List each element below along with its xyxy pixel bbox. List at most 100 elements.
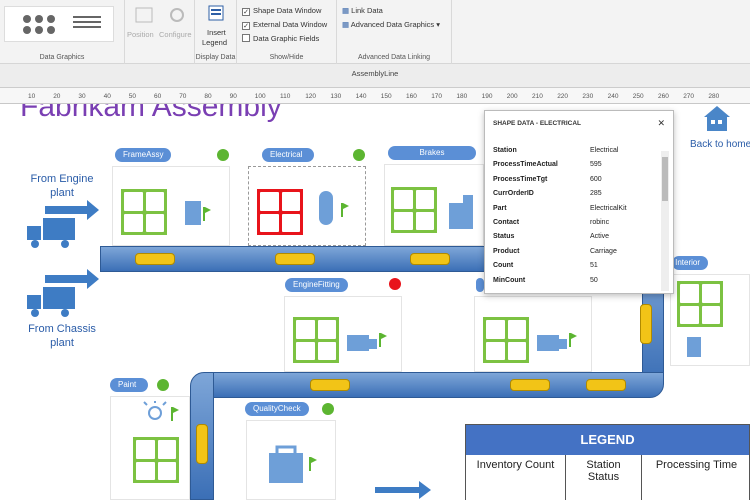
- arrow-right-icon: [375, 481, 431, 499]
- shape-data-value: 285: [590, 190, 602, 198]
- station-electrical[interactable]: [248, 166, 366, 246]
- shape-data-row[interactable]: CurrOrderID 285: [493, 190, 658, 201]
- station-brakes[interactable]: [384, 164, 484, 246]
- car-icon: [640, 304, 652, 344]
- shape-data-scrollbar[interactable]: [661, 151, 669, 291]
- station-status-dot: [217, 149, 229, 161]
- home-icon: [704, 106, 730, 131]
- station-status-dot: [322, 403, 334, 415]
- from-engine-line-2: plant: [50, 187, 74, 199]
- machine-icon: [185, 201, 211, 225]
- configure-button-label: Configure: [159, 30, 192, 39]
- ruler-tick-label: 220: [557, 93, 569, 100]
- shape-data-row[interactable]: Status Active: [493, 233, 658, 244]
- insert-legend-label-1: Insert: [207, 28, 226, 37]
- from-chassis-label: From Chassis plant: [18, 322, 106, 350]
- document-tab[interactable]: AssemblyLine: [0, 69, 750, 78]
- station-enginefitting[interactable]: [284, 296, 402, 372]
- ruler-tick-label: 270: [683, 93, 695, 100]
- advanced-data-graphics-label: Advanced Data Graphics: [350, 20, 435, 29]
- advanced-data-graphics-button[interactable]: ▦ Advanced Data Graphics ▾: [342, 20, 440, 29]
- ruler-tick-label: 140: [355, 93, 367, 100]
- inventory-icon: [391, 187, 437, 233]
- brakes-machine-icon: [449, 195, 473, 229]
- data-graphic-style-gallery[interactable]: [4, 6, 114, 42]
- inventory-icon: [121, 189, 167, 235]
- car-icon: [310, 379, 350, 391]
- configure-button[interactable]: Configure: [159, 6, 195, 44]
- ruler-tick-label: 180: [456, 93, 468, 100]
- close-icon[interactable]: ✕: [657, 118, 665, 129]
- external-data-window-checkbox[interactable]: ✓ External Data Window: [242, 20, 327, 30]
- electrical-machine-icon: [319, 191, 349, 225]
- horizontal-ruler: 10 20 30 40 50 60 70 80 90 100 110 120 130 140 150 160 1…: [0, 88, 750, 104]
- paint-sprayer-icon: [143, 401, 179, 421]
- car-icon: [135, 253, 175, 265]
- ruler-tick-label: 260: [658, 93, 669, 100]
- ruler-tick-label: 170: [431, 93, 443, 100]
- station-frameassy[interactable]: [112, 166, 230, 246]
- ruler-tick-label: 60: [154, 93, 162, 100]
- shape-data-key: Part: [493, 204, 507, 212]
- position-icon: [135, 7, 153, 23]
- link-data-button[interactable]: ▦ Link Data: [342, 6, 383, 15]
- advanced-data-graphics-icon: ▦: [342, 20, 351, 29]
- position-button[interactable]: Position: [127, 6, 161, 44]
- from-engine-line-1: From Engine: [30, 173, 94, 185]
- station-label-frameassy[interactable]: FrameAssy: [115, 148, 172, 162]
- show-hide-group-label: Show/Hide: [269, 54, 304, 61]
- show-hide-group: ✓ Shape Data Window ✓ External Data Window…: [237, 0, 337, 64]
- data-graphic-fields-label: Data Graphic Fields: [253, 34, 320, 43]
- shape-data-key: ProcessTimeActual: [493, 161, 558, 169]
- ruler-tick-label: 130: [330, 93, 342, 100]
- station-label-qualitycheck[interactable]: QualityCheck: [245, 402, 309, 416]
- checkbox-checked-icon: ✓: [242, 8, 250, 16]
- station-qualitycheck[interactable]: [246, 420, 336, 500]
- advanced-linking-group: ▦ Link Data ▦ Advanced Data Graphics ▾ A…: [337, 0, 452, 64]
- shape-data-key: Product: [493, 247, 520, 255]
- shape-data-row[interactable]: ProcessTimeTgt 600: [493, 176, 658, 187]
- shape-data-window-checkbox[interactable]: ✓ Shape Data Window: [242, 6, 321, 16]
- station-label-interior[interactable]: Interior: [672, 256, 708, 270]
- data-graphic-fields-checkbox[interactable]: Data Graphic Fields: [242, 34, 319, 43]
- shape-data-row[interactable]: Part ElectricalKit: [493, 205, 658, 216]
- shape-data-window[interactable]: SHAPE DATA - ELECTRICAL ✕ Station Electri…: [484, 110, 674, 294]
- shape-data-value: 50: [590, 276, 598, 284]
- legend-column-inventory: Inventory Count: [466, 455, 566, 500]
- data-graphics-group: Data Graphics: [0, 0, 125, 64]
- shape-data-value: robinc: [590, 219, 610, 226]
- ruler-tick-label: 210: [532, 93, 543, 100]
- insert-legend-button[interactable]: Insert Legend: [198, 4, 234, 48]
- station-status-dot: [389, 278, 401, 290]
- station-label-electrical[interactable]: Electrical: [262, 148, 314, 162]
- station-label-partial[interactable]: [476, 278, 484, 292]
- back-to-home-button[interactable]: Back to home: [690, 104, 750, 154]
- station-label-brakes[interactable]: Brakes: [388, 146, 476, 160]
- configure-icon: [170, 8, 184, 22]
- legend-title: LEGEND: [466, 425, 749, 455]
- shape-data-row[interactable]: Count 51: [493, 262, 658, 273]
- station-unlabeled[interactable]: [474, 296, 592, 372]
- shape-data-row[interactable]: Contact robinc: [493, 219, 658, 230]
- advanced-linking-group-label: Advanced Data Linking: [358, 54, 430, 61]
- station-interior[interactable]: [670, 274, 750, 366]
- station-label-paint[interactable]: Paint: [110, 378, 148, 392]
- shape-data-row[interactable]: ProcessTimeActual 595: [493, 161, 658, 172]
- gallery-thumbnails-icon: [23, 15, 101, 34]
- legend-column-processing: Processing Time: [655, 459, 738, 471]
- station-label-enginefitting[interactable]: EngineFitting: [285, 278, 348, 292]
- position-button-label: Position: [127, 30, 154, 39]
- ruler-tick-label: 200: [506, 93, 518, 100]
- shape-data-row[interactable]: MinCount 50: [493, 277, 658, 288]
- legend-column-status: Station Status: [566, 455, 642, 500]
- scrollbar-thumb[interactable]: [662, 157, 668, 201]
- display-data-group-label: Display Data: [195, 54, 236, 61]
- station-status-dot: [353, 149, 365, 161]
- shape-data-row[interactable]: Station Electrical: [493, 147, 658, 158]
- shape-data-value: ElectricalKit: [590, 204, 627, 212]
- station-label-interior-text: Interior: [675, 258, 700, 267]
- shape-data-row[interactable]: Product Carriage: [493, 248, 658, 259]
- ruler-tick-label: 190: [481, 93, 493, 100]
- station-paint[interactable]: [110, 396, 190, 500]
- ruler-tick-label: 20: [53, 93, 61, 100]
